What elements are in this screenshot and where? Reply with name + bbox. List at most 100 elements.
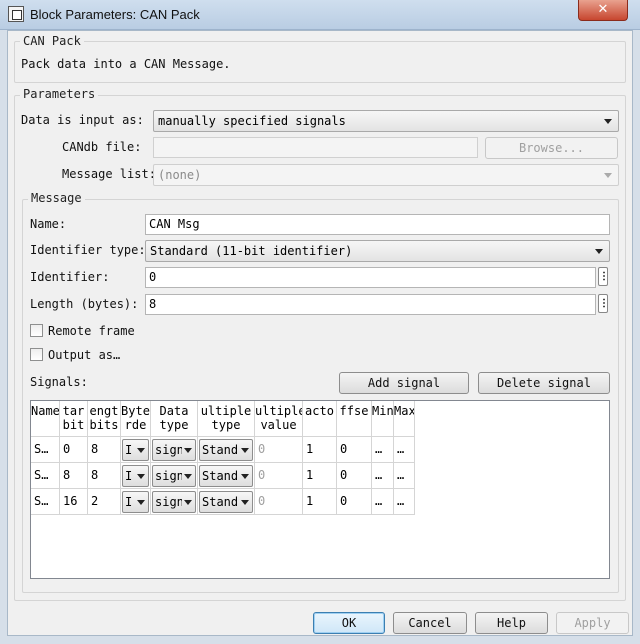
table-cell-start[interactable]: 8 (60, 463, 88, 489)
remote-frame-label: Remote frame (48, 324, 135, 338)
column-header-line: bit (62, 418, 85, 432)
table-cell-max[interactable]: … (394, 437, 415, 463)
table-cell-byte-order[interactable]: I (121, 489, 151, 515)
cell-select-data-type[interactable]: sign (152, 491, 196, 513)
identifier-more-button[interactable]: ⋮ (598, 267, 609, 286)
table-cell-length[interactable]: 8 (88, 463, 121, 489)
length-more-button[interactable]: ⋮ (598, 294, 609, 313)
table-cell-min[interactable]: … (372, 489, 394, 515)
browse-button[interactable]: Browse... (485, 137, 618, 159)
table-cell-factor[interactable]: 1 (303, 437, 337, 463)
table-cell-data-type[interactable]: sign (151, 463, 198, 489)
cell-select-value: sign (155, 469, 182, 483)
column-header: ultiple value (255, 401, 303, 437)
help-button[interactable]: Help (475, 612, 548, 634)
table-cell-data-type[interactable]: sign (151, 489, 198, 515)
table-cell-min[interactable]: … (372, 437, 394, 463)
chevron-down-icon (595, 249, 603, 254)
column-header-line: Max (394, 404, 415, 418)
table-cell-data-type[interactable]: sign (151, 437, 198, 463)
cell-select-mux-type[interactable]: Stand (199, 439, 253, 461)
table-cell-start[interactable]: 16 (60, 489, 88, 515)
candb-file-field[interactable] (153, 137, 478, 158)
column-header-line: type (211, 418, 241, 432)
signals-table[interactable]: Name tar bit engt bits Byte rde Data type ultiple… (30, 400, 610, 579)
column-header-line: ffse (339, 404, 369, 418)
table-cell-offset[interactable]: 0 (337, 489, 372, 515)
table-cell-length[interactable]: 8 (88, 437, 121, 463)
window-title: Block Parameters: CAN Pack (30, 7, 200, 22)
cell-select-byte-order[interactable]: I (122, 491, 149, 513)
ok-button[interactable]: OK (313, 612, 385, 634)
block-description: Pack data into a CAN Message. (21, 57, 231, 71)
chevron-down-icon (137, 448, 145, 453)
column-header-line: bits (89, 418, 119, 432)
identifier-field[interactable]: 0 (145, 267, 596, 288)
table-cell-start[interactable]: 0 (60, 437, 88, 463)
data-input-label: Data is input as: (21, 113, 144, 127)
column-header: Byte rde (121, 401, 151, 437)
chevron-down-icon (184, 474, 192, 479)
table-cell-name[interactable]: S… (31, 489, 60, 515)
cell-select-value: Stand (202, 443, 239, 457)
table-cell-max[interactable]: … (394, 489, 415, 515)
table-cell-mux-value[interactable]: 0 (255, 437, 303, 463)
message-list-select[interactable]: (none) (153, 164, 619, 186)
table-cell-factor[interactable]: 1 (303, 489, 337, 515)
table-cell-byte-order[interactable]: I (121, 463, 151, 489)
length-field[interactable]: 8 (145, 294, 596, 315)
table-cell-mux-value[interactable]: 0 (255, 489, 303, 515)
column-header-line: engt (89, 404, 119, 418)
table-cell-offset[interactable]: 0 (337, 437, 372, 463)
chevron-down-icon (241, 474, 249, 479)
table-cell-mux-type[interactable]: Stand (198, 463, 255, 489)
cell-select-byte-order[interactable]: I (122, 465, 149, 487)
table-cell-length[interactable]: 2 (88, 489, 121, 515)
add-signal-button[interactable]: Add signal (339, 372, 469, 394)
column-header-line: type (159, 418, 189, 432)
table-cell-name[interactable]: S… (31, 437, 60, 463)
output-as-label: Output as… (48, 348, 121, 362)
cell-select-value: Stand (202, 495, 239, 509)
remote-frame-checkbox[interactable] (30, 324, 43, 337)
table-cell-factor[interactable]: 1 (303, 463, 337, 489)
table-cell-byte-order[interactable]: I (121, 437, 151, 463)
cell-select-mux-type[interactable]: Stand (199, 491, 253, 513)
column-header: Min (372, 401, 394, 437)
column-header-line: tar (62, 404, 85, 418)
column-header: engt bits (88, 401, 121, 437)
cell-select-data-type[interactable]: sign (152, 465, 196, 487)
table-cell-mux-type[interactable]: Stand (198, 437, 255, 463)
apply-button[interactable]: Apply (556, 612, 629, 634)
delete-signal-button[interactable]: Delete signal (478, 372, 610, 394)
column-header-line: ultiple (255, 404, 303, 418)
cell-select-value: sign (155, 495, 182, 509)
cancel-button[interactable]: Cancel (393, 612, 467, 634)
table-cell-min[interactable]: … (372, 463, 394, 489)
output-as-checkbox[interactable] (30, 348, 43, 361)
column-header-line: rde (124, 418, 147, 432)
data-input-select[interactable]: manually specified signals (153, 110, 619, 132)
chevron-down-icon (241, 448, 249, 453)
table-cell-name[interactable]: S… (31, 463, 60, 489)
cell-select-data-type[interactable]: sign (152, 439, 196, 461)
table-cell-mux-type[interactable]: Stand (198, 489, 255, 515)
cell-select-byte-order[interactable]: I (122, 439, 149, 461)
identifier-type-value: Standard (11-bit identifier) (150, 244, 353, 258)
column-header-line: Byte (121, 404, 150, 418)
table-cell-offset[interactable]: 0 (337, 463, 372, 489)
column-header: acto (303, 401, 337, 437)
length-label: Length (bytes): (30, 297, 139, 311)
chevron-down-icon (137, 500, 145, 505)
close-button[interactable]: ✕ (578, 0, 628, 21)
table-cell-max[interactable]: … (394, 463, 415, 489)
candb-file-label: CANdb file: (62, 140, 142, 154)
column-header: Max (394, 401, 415, 437)
cell-select-mux-type[interactable]: Stand (199, 465, 253, 487)
message-name-field[interactable]: CAN Msg (145, 214, 610, 235)
data-input-value: manually specified signals (158, 114, 346, 128)
chevron-down-icon (184, 500, 192, 505)
identifier-type-select[interactable]: Standard (11-bit identifier) (145, 240, 610, 262)
block-name-legend: CAN Pack (20, 34, 84, 48)
table-cell-mux-value[interactable]: 0 (255, 463, 303, 489)
